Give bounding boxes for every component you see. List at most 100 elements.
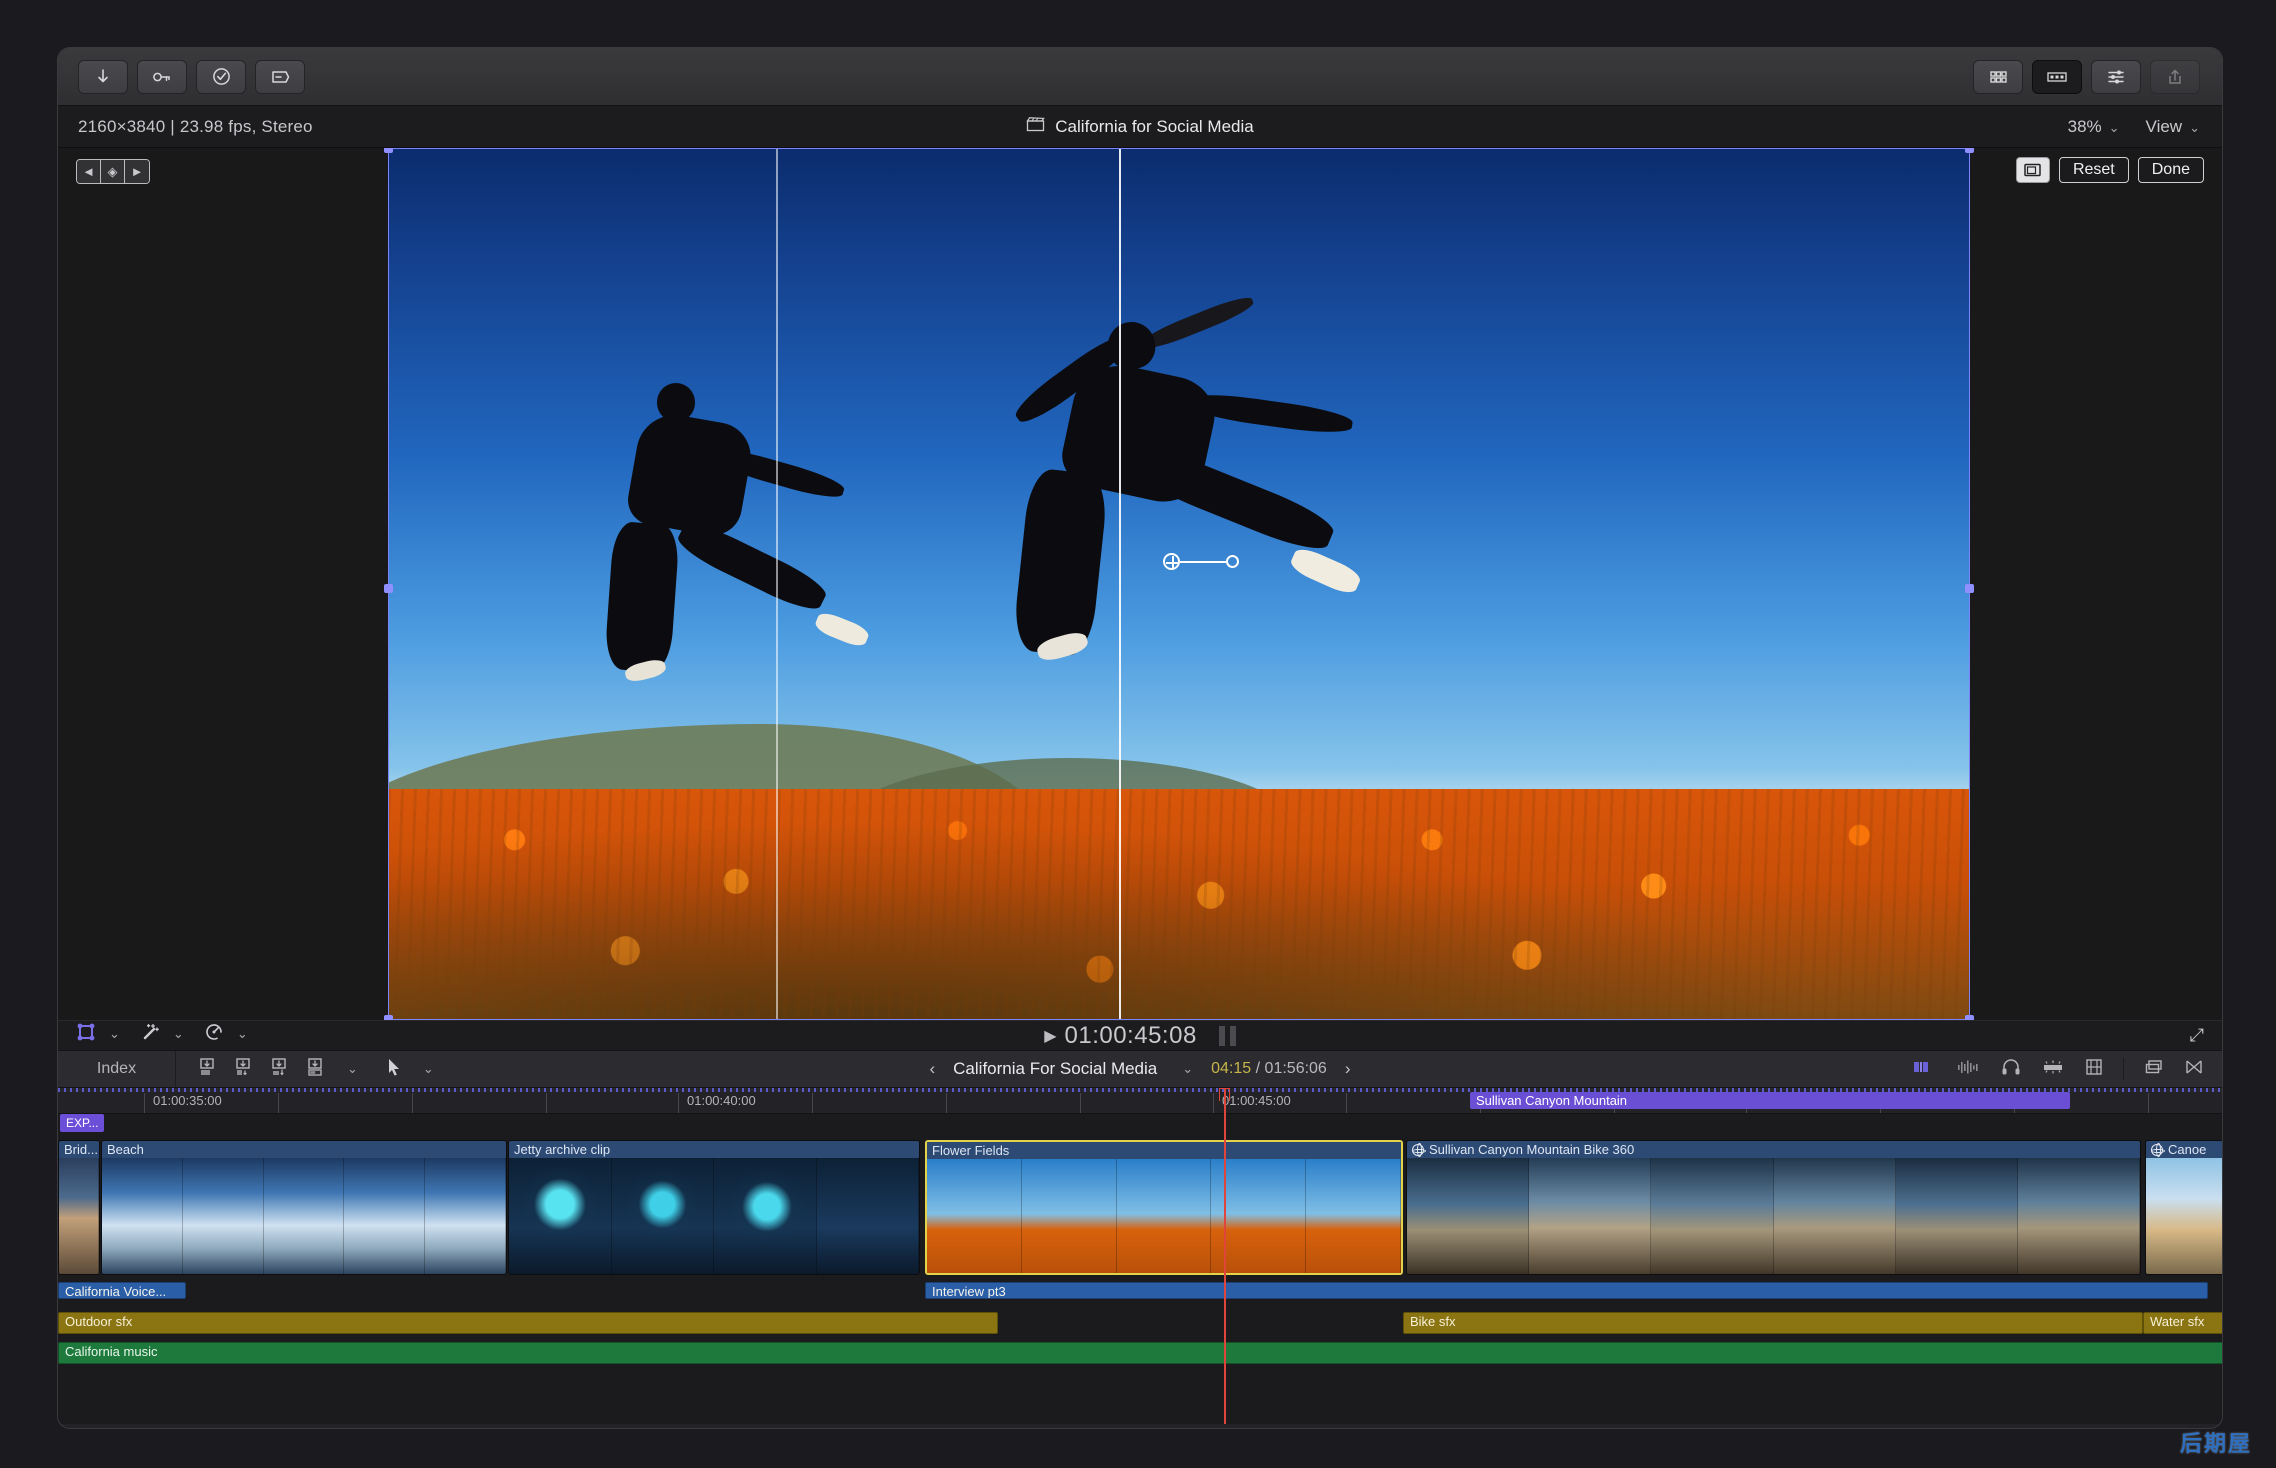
timeline-project-name[interactable]: California For Social Media — [953, 1059, 1157, 1079]
timeline-clip-jetty[interactable]: Jetty archive clip — [508, 1140, 920, 1275]
insert-button[interactable] — [232, 1056, 254, 1083]
browser-grid-button[interactable] — [1973, 59, 2023, 94]
clip-thumbnails — [509, 1158, 919, 1274]
handle-top-left[interactable] — [384, 148, 393, 153]
clip-thumbnails — [59, 1158, 99, 1274]
clip-title: Canoe — [2146, 1141, 2222, 1158]
ruler-tick — [278, 1093, 279, 1113]
done-button[interactable]: Done — [2137, 157, 2204, 183]
enhancements-tool[interactable]: ⌄ — [140, 1022, 184, 1047]
append-button[interactable] — [196, 1056, 218, 1083]
transform-anchor-control[interactable] — [1163, 553, 1240, 571]
timeline-area[interactable]: 01:00:35:00 01:00:40:00 01:00:45:00 01:0… — [58, 1088, 2222, 1424]
timeline-clip-beach[interactable]: Beach — [101, 1140, 507, 1275]
speedometer-icon — [204, 1022, 224, 1047]
video-scope-icon[interactable] — [2015, 157, 2050, 183]
sphere-icon — [1411, 1143, 1426, 1157]
audio-waveform-icon[interactable] — [1957, 1059, 1981, 1080]
clip-title: Brid... — [59, 1141, 99, 1158]
clip-appearance-button[interactable] — [1913, 1059, 1937, 1080]
filmstrip-view-icon[interactable] — [2085, 1058, 2103, 1081]
anchor-point-icon[interactable] — [1163, 553, 1181, 571]
clip-title-text: Flower Fields — [932, 1143, 1010, 1158]
retime-tool[interactable]: ⌄ — [204, 1022, 248, 1047]
share-icon — [2166, 68, 2184, 86]
next-project-button[interactable]: › — [1345, 1059, 1351, 1079]
timeline-playhead[interactable] — [1219, 1088, 1230, 1424]
ruler-tick — [678, 1093, 679, 1113]
connect-button[interactable] — [268, 1056, 290, 1083]
handle-mid-left[interactable] — [384, 584, 393, 593]
ruler-label: 01:00:40:00 — [687, 1093, 756, 1108]
window-stack-icon[interactable] — [2144, 1058, 2164, 1081]
chevron-down-icon[interactable]: ⌄ — [347, 1061, 358, 1077]
expand-arrows-icon[interactable]: ⤢ — [2190, 1025, 2204, 1046]
bowtie-icon[interactable] — [2184, 1058, 2204, 1081]
caption-icon — [270, 69, 290, 85]
magic-wand-icon — [140, 1022, 160, 1047]
viewer-area: ◄ ◈ ► Reset Done ⌄ ⌄ ⌄ ▶ 01:00:45:08 ⤢ — [58, 148, 2222, 1050]
timeline-index-tab[interactable]: Index — [58, 1051, 176, 1087]
clip-title: Jetty archive clip — [509, 1141, 919, 1158]
audio-clip-bike-sfx[interactable]: Bike sfx — [1403, 1312, 2143, 1334]
transform-selection-box[interactable] — [388, 148, 1970, 1020]
watermark: 后期屋 — [2179, 1431, 2252, 1456]
role-bar-sullivan[interactable]: Sullivan Canyon Mountain — [1470, 1092, 2070, 1109]
chevron-down-icon[interactable]: ⌄ — [173, 1026, 184, 1042]
overwrite-button[interactable] — [304, 1056, 326, 1083]
headphone-icon[interactable] — [2001, 1058, 2021, 1081]
handle-top-right[interactable] — [1965, 148, 1974, 153]
add-keyframe-button[interactable]: ◈ — [101, 160, 125, 183]
view-menu-button[interactable]: View ⌄ — [2146, 117, 2200, 137]
reset-button[interactable]: Reset — [2058, 157, 2129, 183]
next-keyframe-button[interactable]: ► — [125, 160, 149, 183]
chevron-down-icon[interactable]: ⌄ — [237, 1026, 248, 1042]
chevron-down-icon[interactable]: ⌄ — [423, 1061, 434, 1077]
timeline-right-tools — [1913, 1058, 2204, 1081]
previous-keyframe-button[interactable]: ◄ — [77, 160, 101, 183]
pause-indicator-icon — [1218, 1025, 1236, 1046]
favorite-button[interactable] — [196, 59, 246, 94]
ruler-tick — [1080, 1093, 1081, 1113]
exp-marker-badge[interactable]: EXP... — [60, 1114, 105, 1132]
rotation-handle-icon[interactable] — [1226, 555, 1240, 569]
project-title-group: California for Social Media — [58, 116, 2222, 137]
audio-clip-interview-pt3[interactable]: Interview pt3 — [925, 1282, 2208, 1299]
play-triangle-icon[interactable]: ▶ — [1044, 1026, 1056, 1046]
timeline-clip-sullivan-bike[interactable]: Sullivan Canyon Mountain Bike 360 — [1406, 1140, 2141, 1275]
toolbar-left-group — [78, 59, 305, 94]
audio-clip-california-music[interactable]: California music — [58, 1342, 2222, 1364]
transform-tool[interactable]: ⌄ — [76, 1022, 120, 1047]
timeline-clip-flower-fields[interactable]: Flower Fields — [925, 1140, 1403, 1275]
audio-clip-water-sfx[interactable]: Water sfx — [2143, 1312, 2222, 1334]
keyword-button[interactable] — [137, 59, 187, 94]
playhead-timecode[interactable]: 01:00:45:08 — [1065, 1022, 1197, 1050]
audio-clip-outdoor-sfx[interactable]: Outdoor sfx — [58, 1312, 998, 1334]
handle-mid-right[interactable] — [1965, 584, 1974, 593]
clip-title: Flower Fields — [927, 1142, 1401, 1159]
clip-title-text: Brid... — [64, 1142, 98, 1157]
audio-skim-icon[interactable] — [2041, 1058, 2065, 1081]
clip-thumbnails — [2146, 1158, 2222, 1274]
ruler-label: 01:00:45:00 — [1222, 1093, 1291, 1108]
audio-clip-california-voice[interactable]: California Voice... — [58, 1282, 186, 1299]
select-tool[interactable] — [386, 1057, 402, 1082]
timeline-ruler[interactable]: 01:00:35:00 01:00:40:00 01:00:45:00 01:0… — [58, 1088, 2222, 1114]
share-button[interactable] — [2150, 59, 2200, 94]
ruler-tick — [412, 1093, 413, 1113]
import-media-button[interactable] — [78, 59, 128, 94]
previous-project-button[interactable]: ‹ — [929, 1059, 935, 1079]
timeline-clip-canoe[interactable]: Canoe — [2145, 1140, 2222, 1275]
timeline-index-button[interactable] — [2032, 59, 2082, 94]
chevron-down-icon[interactable]: ⌄ — [109, 1026, 120, 1042]
transform-icon — [76, 1022, 96, 1047]
video-canvas[interactable] — [384, 148, 1974, 1024]
viewer-overlay-controls: Reset Done — [2015, 157, 2204, 183]
chevron-down-icon[interactable]: ⌄ — [1182, 1061, 1193, 1077]
chevron-down-icon: ⌄ — [2189, 119, 2200, 135]
filmstrip-icon — [2046, 70, 2068, 84]
zoom-level-selector[interactable]: 38% ⌄ — [2068, 117, 2120, 137]
timeline-clip-bridge[interactable]: Brid... — [58, 1140, 100, 1275]
add-caption-button[interactable] — [255, 59, 305, 94]
inspector-button[interactable] — [2091, 59, 2141, 94]
